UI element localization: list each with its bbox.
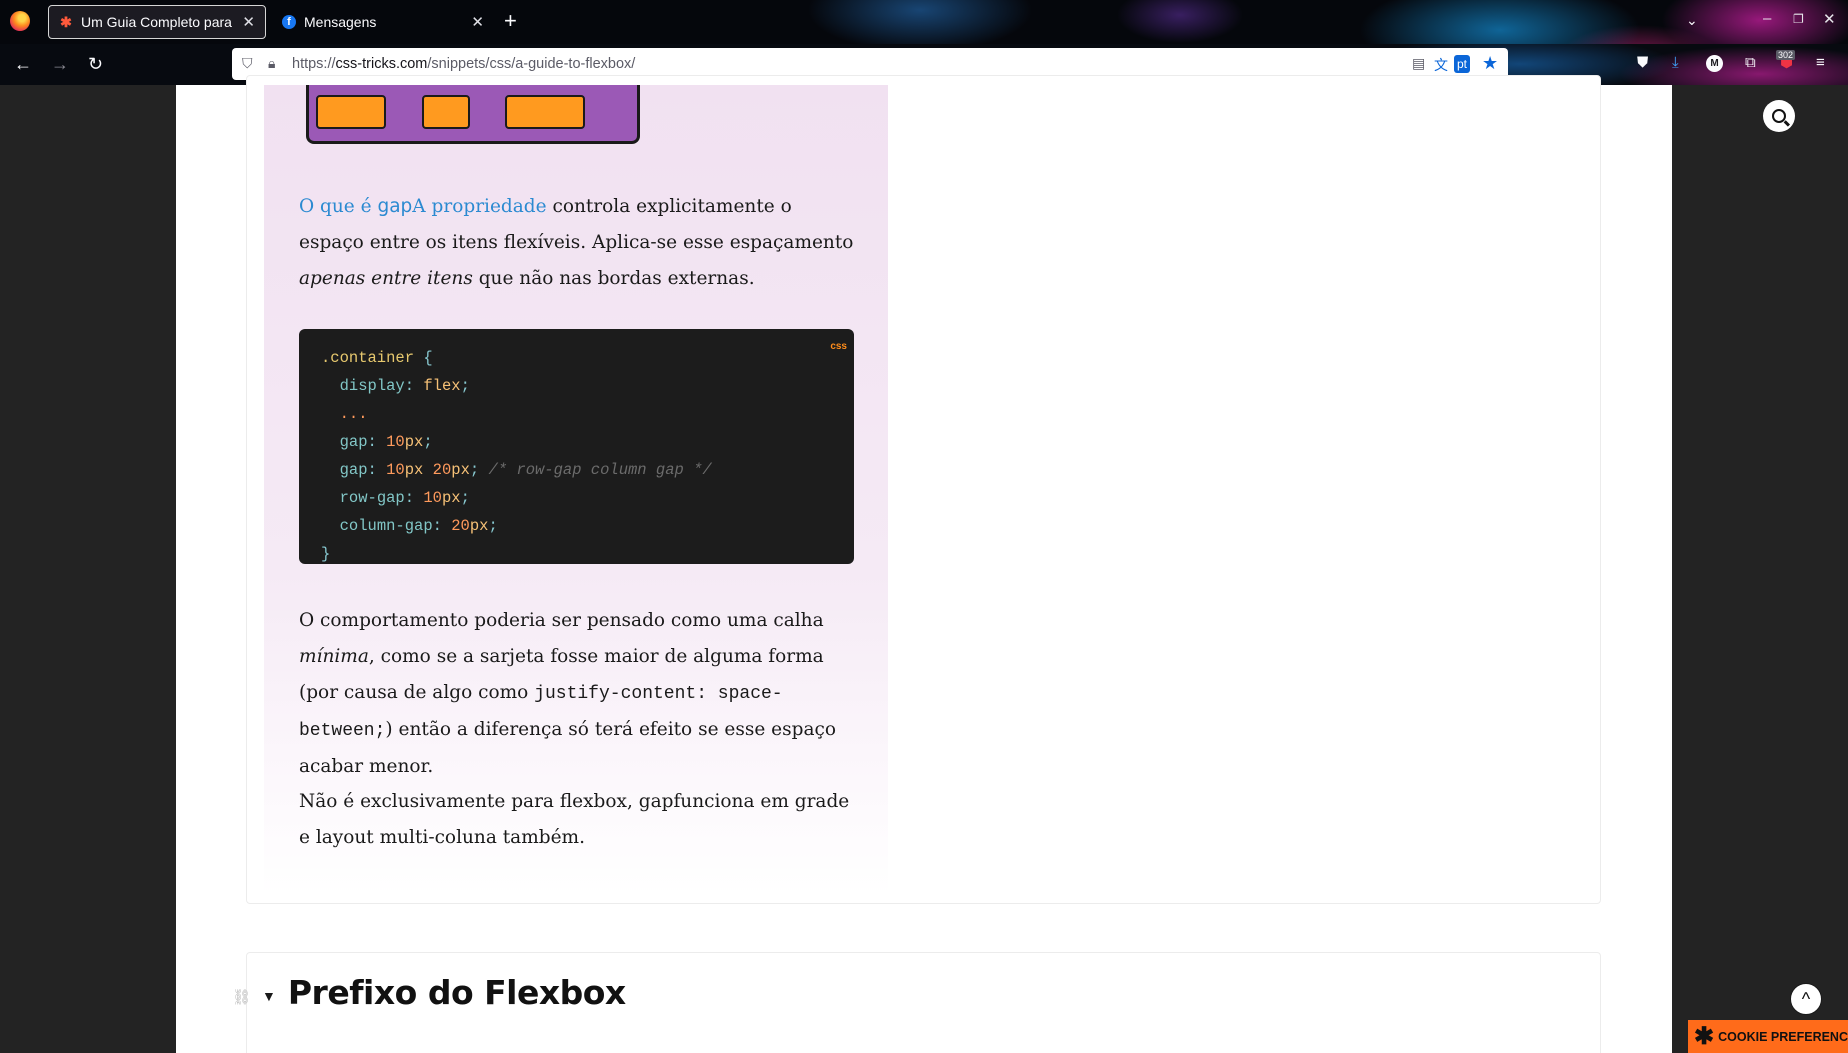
site-search-button[interactable] [1763,100,1795,132]
gap-property-link[interactable]: O que é gapA propriedade [299,196,547,217]
forward-arrow-icon[interactable]: → [51,54,69,74]
illustration-flex-item [422,95,470,129]
close-window-icon[interactable]: ✕ [1823,10,1836,28]
collapse-triangle-icon[interactable]: ▼ [262,988,276,1004]
firefox-logo-icon[interactable] [10,11,30,31]
pocket-icon[interactable]: ⛊ [1637,55,1648,71]
section-heading: Prefixo do Flexbox [287,973,626,1012]
section-heading-row[interactable]: ▼ Prefixo do Flexbox [262,973,626,1012]
restore-window-icon[interactable]: ❐ [1793,12,1804,26]
extension-badge-count: 302 [1776,50,1796,60]
code-line: } [321,545,331,563]
tab-title: Mensagens [304,14,377,30]
cookie-preferences-label: COOKIE PREFERENCES [1718,1029,1848,1044]
bookmark-star-icon[interactable]: ★ [1482,53,1498,74]
back-arrow-icon[interactable]: ← [14,54,32,74]
code-line: gap: 10px; [339,433,433,451]
url-host: css-tricks.com [335,56,428,72]
code-line: ... [339,405,368,423]
css-tricks-star-icon: ✱ [60,14,72,30]
new-tab-button[interactable]: + [504,10,517,32]
facebook-icon: f [282,15,296,29]
flex-gap-illustration [306,85,640,144]
downloads-icon[interactable]: ⤓ [1672,55,1679,71]
search-icon [1772,109,1786,123]
tab-title: Um Guia Completo para o Flexbox | CSS-Tr… [81,14,234,30]
list-all-tabs-chevron-icon[interactable]: ⌄ [1686,12,1698,29]
hamburger-menu-icon[interactable]: ≡ [1816,55,1825,71]
cookie-asterisk-icon: ✱ [1694,1022,1715,1050]
account-avatar[interactable]: M [1706,55,1723,72]
close-tab-icon[interactable]: ✕ [471,13,484,31]
tracking-protection-shield-icon[interactable]: ⛉ [242,55,253,72]
extensions-puzzle-icon[interactable]: ⧉ [1745,55,1756,71]
code-line: display: flex; [339,377,470,395]
chevron-up-icon: ^ [1801,989,1811,1009]
reader-view-icon[interactable]: ▤ [1412,55,1425,72]
page-viewport: O que é gapA propriedade controla explic… [0,75,1848,1053]
translate-icon[interactable]: 文 [1434,55,1448,75]
url-scheme: https:// [292,56,336,72]
url-path: /snippets/css/a-guide-to-flexbox/ [427,56,636,72]
gap-description-paragraph: O que é gapA propriedade controla explic… [299,196,854,289]
code-line: .container { [321,349,433,367]
code-line: row-gap: 10px; [339,489,470,507]
url-text[interactable]: https://css-tricks.com/snippets/css/a-gu… [292,56,635,72]
code-line: gap: 10px 20px; /* row-gap column gap */ [339,461,712,479]
close-tab-icon[interactable]: ✕ [242,13,255,31]
section-anchor-link-icon[interactable]: ⛓ [232,988,251,1006]
back-to-top-button[interactable]: ^ [1790,983,1822,1015]
illustration-flex-item [316,95,386,129]
cookie-preferences-button[interactable]: ✱ COOKIE PREFERENCES [1688,1020,1848,1053]
tab-css-tricks[interactable]: ✱ Um Guia Completo para o Flexbox | CSS-… [48,5,266,39]
lock-icon[interactable]: 🔒︎ [268,55,275,72]
css-code-block[interactable]: css .container { display: flex; ... gap:… [299,329,854,564]
code-language-label: css [830,341,847,352]
reload-icon[interactable]: ↻ [88,54,103,74]
tab-mensagens[interactable]: f Mensagens ✕ [272,5,494,39]
gutter-behavior-paragraph: O comportamento poderia ser pensado como… [299,610,836,777]
translate-language-badge[interactable]: pt [1454,55,1471,73]
gap-support-paragraph: Não é exclusivamente para flexbox, gapfu… [299,791,850,848]
tab-bar: ✱ Um Guia Completo para o Flexbox | CSS-… [0,0,1848,44]
code-line: column-gap: 20px; [339,517,498,535]
minimize-window-icon[interactable]: – [1763,10,1771,27]
illustration-flex-item [505,95,585,129]
